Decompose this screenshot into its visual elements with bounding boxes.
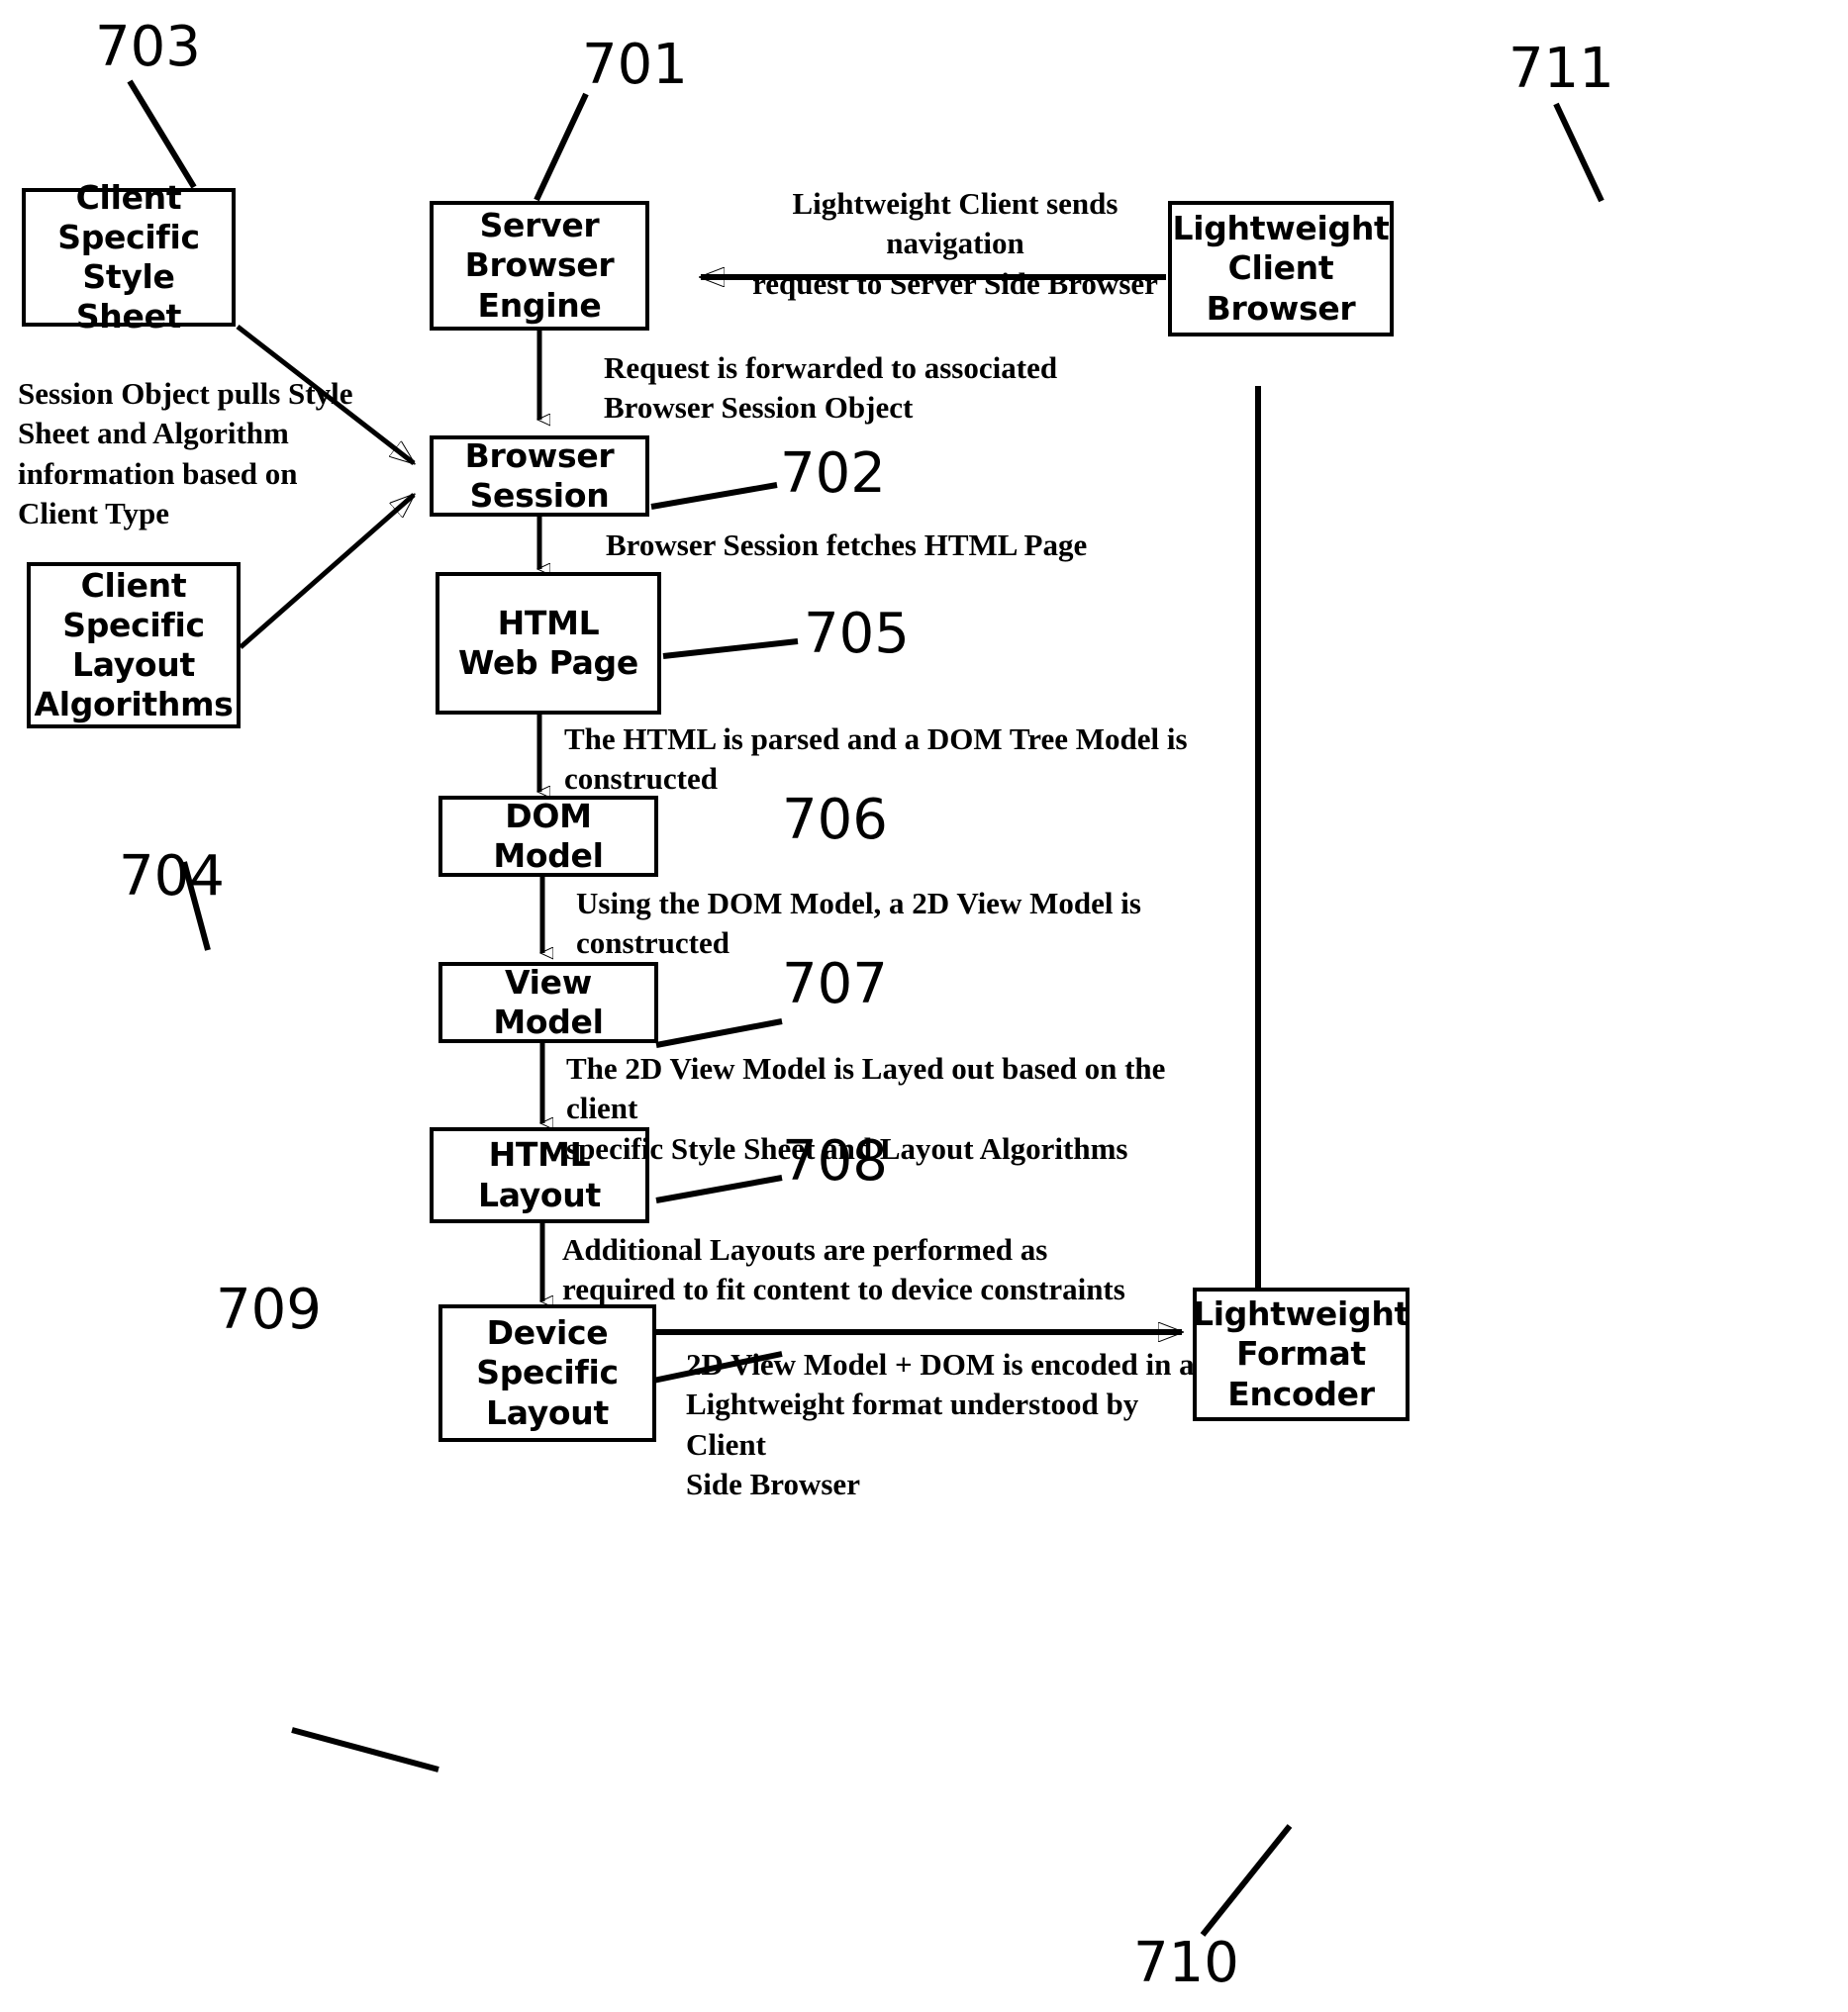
annotation-view-layed-out: The 2D View Model is Layed out based on … [566,1051,1166,1166]
node-device-specific-layout[interactable]: Device Specific Layout [438,1304,656,1442]
lead-line-711 [1553,102,1605,203]
node-html-web-page[interactable]: HTML Web Page [436,572,661,715]
annotation-session-fetches-html: Browser Session fetches HTML Page [606,527,1088,562]
node-browser-session[interactable]: Browser Session [430,435,649,517]
lead-line-709 [291,1727,439,1772]
annotation-html-parsed-dom: The HTML is parsed and a DOM Tree Model … [564,721,1188,797]
node-label: View Model [493,962,604,1041]
lead-line-705 [662,638,799,659]
node-label: Server Browser Engine [464,206,615,325]
lead-line-701 [534,92,589,202]
lead-line-707 [655,1175,783,1203]
lead-line-703 [127,79,197,189]
reference-numeral-705: 705 [804,602,910,666]
reference-numeral-710: 710 [1133,1931,1239,1995]
node-label: Lightweight Format Encoder [1193,1294,1410,1413]
annotation-client-sends-navigation: Lightweight Client sends navigation requ… [752,186,1158,301]
lead-line-710 [1200,1824,1293,1937]
annotation-request-forwarded: Request is forwarded to associated Brows… [604,350,1058,426]
reference-numeral-701: 701 [582,33,688,97]
reference-numeral-702: 702 [780,441,886,506]
reference-numeral-704: 704 [119,844,225,909]
node-client-specific-layout-algorithms[interactable]: Client Specific Layout Algorithms [27,562,241,728]
node-lightweight-client-browser[interactable]: Lightweight Client Browser [1168,201,1394,336]
node-label: Device Specific Layout [476,1313,619,1432]
node-dom-model[interactable]: DOM Model [438,796,658,877]
node-client-specific-style-sheet[interactable]: Client Specific Style Sheet [22,178,236,335]
lead-line-702 [650,482,778,510]
node-label: Client Specific Style Sheet [57,177,200,336]
node-view-model[interactable]: View Model [438,962,658,1043]
node-lightweight-format-encoder[interactable]: Lightweight Format Encoder [1193,1288,1410,1421]
lead-line-706 [655,1018,783,1048]
reference-numeral-711: 711 [1508,37,1614,101]
reference-numeral-707: 707 [782,952,888,1016]
node-label: Client Specific Layout Algorithms [34,565,234,724]
reference-numeral-706: 706 [782,788,888,852]
node-label: DOM Model [493,796,604,875]
annotation-additional-layouts: Additional Layouts are performed as requ… [562,1232,1125,1307]
node-label: Lightweight Client Browser [1172,209,1390,328]
node-label: Browser Session [464,435,615,515]
reference-numeral-709: 709 [216,1278,322,1342]
node-label: HTML Web Page [458,603,638,682]
patent-figure-canvas: Client Specific Style Sheet Server Brows… [0,0,1848,2012]
node-server-browser-engine[interactable]: Server Browser Engine [430,201,649,331]
reference-numeral-703: 703 [95,15,201,79]
annotation-encoded-lightweight: 2D View Model + DOM is encoded in a Ligh… [686,1347,1195,1501]
annotation-dom-to-view: Using the DOM Model, a 2D View Model is … [576,886,1141,961]
annotation-session-pulls-style: Session Object pulls Style Sheet and Alg… [18,376,353,530]
